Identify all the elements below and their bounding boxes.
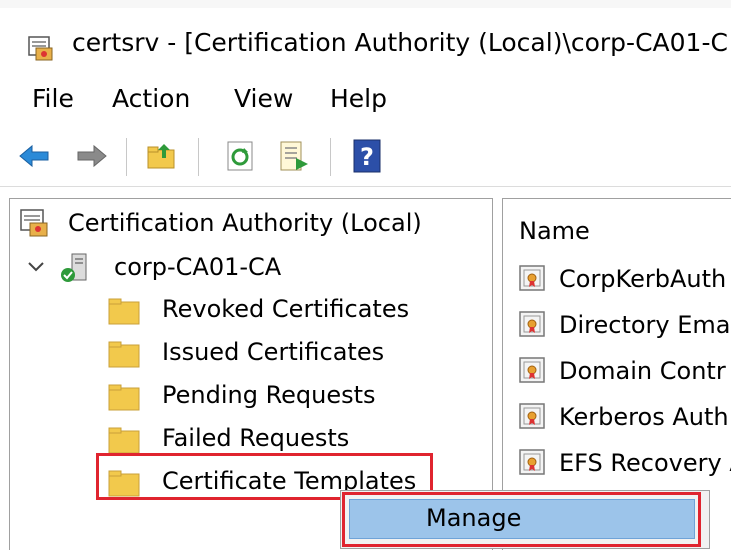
tree-label: corp-CA01-CA: [114, 253, 282, 281]
tree-label: Issued Certificates: [162, 338, 385, 366]
title-bar: certsrv - [Certification Authority (Loca…: [0, 8, 731, 70]
toolbar-separator: [126, 138, 127, 176]
list-item-label: Domain Contr: [559, 357, 726, 385]
list-item-label: Directory Ema: [559, 311, 731, 339]
tree-label: Revoked Certificates: [162, 295, 410, 323]
folder-icon: [108, 298, 140, 325]
tree-label: Pending Requests: [162, 381, 376, 409]
export-list-icon[interactable]: [276, 138, 312, 174]
help-icon[interactable]: ?: [350, 138, 386, 174]
back-arrow-icon[interactable]: [16, 138, 52, 174]
window-top-edge: [0, 0, 731, 8]
certificate-template-icon: [519, 357, 545, 383]
chevron-down-icon[interactable]: [26, 259, 46, 275]
menu-file[interactable]: File: [32, 84, 74, 113]
folder-icon: [108, 341, 140, 368]
highlight-manage: [342, 492, 701, 547]
tree-item-revoked-certificates[interactable]: Revoked Certificates: [106, 291, 486, 329]
certificate-template-icon: [519, 403, 545, 429]
up-folder-icon[interactable]: [144, 138, 180, 174]
forward-arrow-icon[interactable]: [74, 138, 110, 174]
menu-help[interactable]: Help: [330, 84, 387, 113]
folder-icon: [108, 427, 140, 454]
certificate-template-icon: [519, 449, 545, 475]
svg-text:?: ?: [360, 143, 374, 171]
window-title: certsrv - [Certification Authority (Loca…: [72, 28, 728, 57]
certificate-template-icon: [519, 311, 545, 337]
certificate-template-icon: [519, 265, 545, 291]
menu-view[interactable]: View: [234, 84, 293, 113]
column-header-name[interactable]: Name: [519, 217, 590, 245]
tree-item-certification-authority[interactable]: Certification Authority (Local): [18, 205, 488, 243]
list-item-label: Kerberos Auth: [559, 403, 729, 431]
tree-item-pending-requests[interactable]: Pending Requests: [106, 377, 486, 415]
toolbar-separator: [330, 138, 331, 176]
menu-bar: File Action View Help: [0, 74, 731, 122]
server-check-icon: [61, 253, 87, 282]
list-item-label: EFS Recovery A: [559, 449, 731, 477]
folder-icon: [108, 384, 140, 411]
pane-divider: [0, 186, 731, 187]
menu-action[interactable]: Action: [112, 84, 190, 113]
toolbar: ?: [0, 130, 731, 182]
toolbar-separator: [198, 138, 199, 176]
tree-item-ca[interactable]: corp-CA01-CA: [18, 249, 488, 287]
certificate-authority-icon: [20, 209, 48, 237]
certificate-authority-icon: [28, 36, 53, 61]
tree-item-issued-certificates[interactable]: Issued Certificates: [106, 334, 486, 372]
refresh-icon[interactable]: [222, 138, 258, 174]
list-item-label: CorpKerbAuth: [559, 265, 727, 293]
tree-label: Certification Authority (Local): [68, 209, 422, 237]
tree-label: Failed Requests: [162, 424, 350, 452]
